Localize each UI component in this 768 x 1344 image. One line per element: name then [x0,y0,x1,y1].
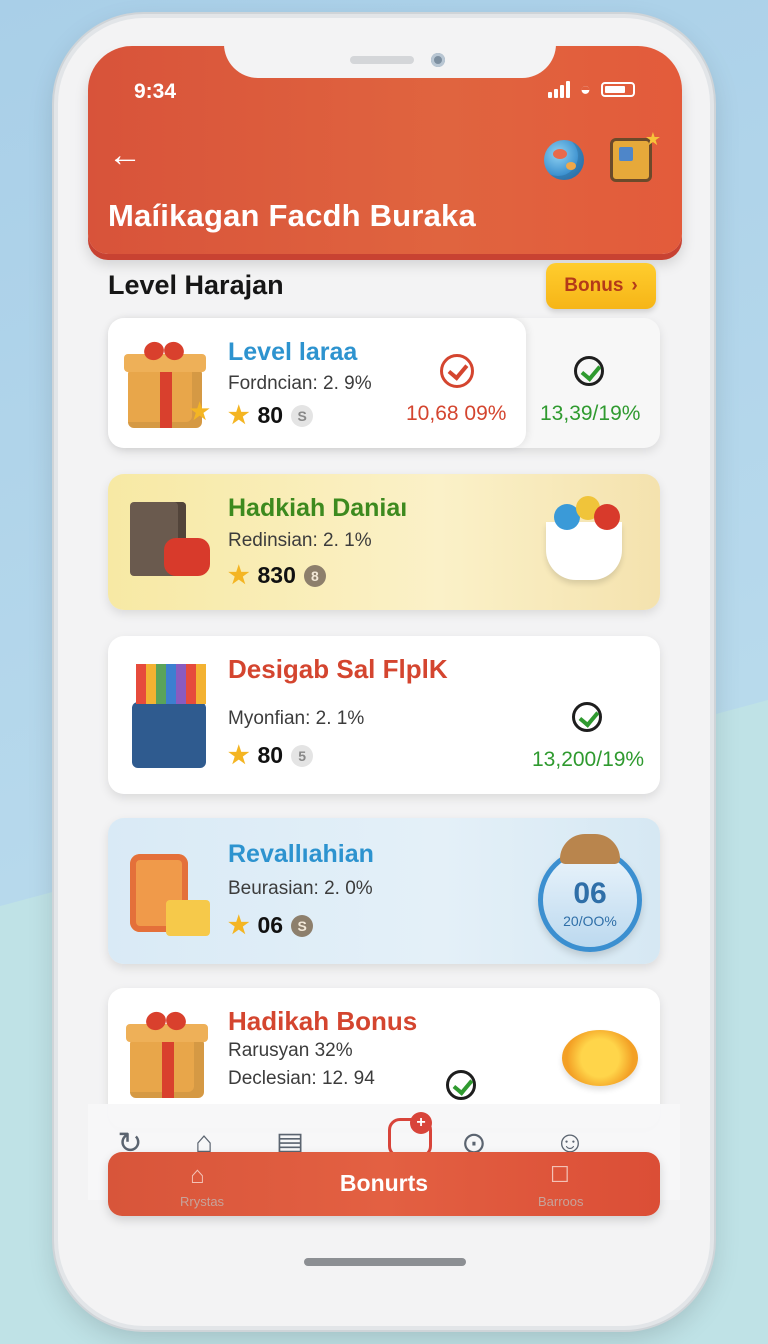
page-title: Maíikagan Facdh Buraka [108,198,476,233]
chevron-right-icon: › [631,275,638,296]
level-card[interactable]: Revallıahian Beurasian: 2. 0% ★ 06 S 06 … [108,818,660,964]
card-percentage: 10,68 09% [406,402,507,425]
phone-camera [431,53,445,67]
fruit-icon [594,504,620,530]
gift-bow-icon [144,342,184,364]
card-description: Rarusyan 32% [228,1040,353,1061]
battery-icon [600,81,635,97]
phone-frame: 9:34 ◒ ← Maíikagan Facdh Buraka Level Ha… [58,18,710,1326]
level-card[interactable]: Hadkiah Daniaı Redinsian: 2. 1% ★ 830 8 [108,474,660,610]
home-indicator [304,1258,466,1266]
points-value: 830 [257,562,296,588]
gift-icon [126,1024,208,1098]
level-card[interactable]: ★ Level laraa Fordncian: 2. 9% ★ 80 S 10… [108,318,660,448]
card-points: ★ 80 5 [228,741,314,769]
coin-icon: 5 [291,744,314,767]
globe-icon[interactable] [544,140,584,180]
card-title: Desigab Sal FlplK [228,654,448,684]
shell-icon [560,834,620,864]
coin-icon: S [291,404,314,427]
card-description-secondary: Declesian: 12. 94 [228,1068,375,1089]
star-icon: ★ [228,911,250,939]
coin-icon: 8 [303,564,326,587]
card-title: Hadikah Bonus [228,1006,418,1036]
star-decoration-icon: ★ [188,396,212,426]
pencil-cup-icon [132,702,206,768]
phone-notch [224,18,556,78]
check-circle-icon [572,702,602,732]
card-percentage-right: 13,39/19% [540,402,641,425]
rewards-box-icon[interactable] [610,129,661,182]
status-icons: ◒ [548,80,635,98]
points-value: 06 [257,912,284,938]
bonus-cta-button[interactable]: ⌂ Rrystas Bonurts ☐ Barroos [108,1152,660,1216]
gift-bow-icon [146,1012,186,1034]
bonus-button-label: Bonus [564,275,624,296]
card-description: Redinsian: 2. 1% [228,530,372,551]
card-description: Beurasian: 2. 0% [228,878,373,899]
bookmark-icon: ☐ [550,1162,570,1187]
pencils-icon [136,664,206,704]
cta-label: Bonurts [339,1170,429,1196]
section-title: Level Harajan [108,270,284,300]
card-points: ★ 830 8 [228,562,326,589]
alarm-check-icon [440,354,474,388]
points-value: 80 [257,742,284,768]
back-arrow-icon[interactable]: ← [108,138,142,172]
star-icon: ★ [228,401,250,429]
plus-badge-icon: + [410,1112,432,1134]
phone-power-button [710,320,716,430]
card-description: Fordncian: 2. 9% [228,373,372,394]
wifi-icon: ◒ [580,79,591,99]
status-time: 9:34 [134,80,177,103]
check-circle-icon [446,1070,476,1100]
signal-icon [548,80,570,98]
cta-right-label: Barroos [538,1194,584,1209]
check-circle-icon [574,356,604,386]
points-value: 80 [257,402,284,428]
star-icon: ★ [228,741,250,769]
card-title: Level laraa [228,338,358,366]
level-badge-sub: 20/OO% [563,913,617,929]
phone-speaker [350,56,414,64]
card-title: Hadkiah Daniaı [228,494,408,522]
coin-icon: S [291,914,314,937]
card-percentage: 13,200/19% [532,748,645,771]
bonus-button[interactable]: Bonus › [546,263,656,309]
toy-icon [164,538,210,576]
star-icon: ★ [228,561,250,589]
level-badge-value: 06 [573,877,607,910]
fruit-cup-icon [546,522,622,580]
card-title: Revallıahian [228,840,374,868]
level-card[interactable]: Desigab Sal FlplK Myonfian: 2. 1% ★ 80 5… [108,636,660,794]
card-points: ★ 06 S [228,911,314,939]
ticket-icon [166,900,210,936]
card-description: Myonfian: 2. 1% [228,708,365,729]
card-points: ★ 80 S [228,401,314,429]
orange-slice-icon [562,1030,638,1086]
